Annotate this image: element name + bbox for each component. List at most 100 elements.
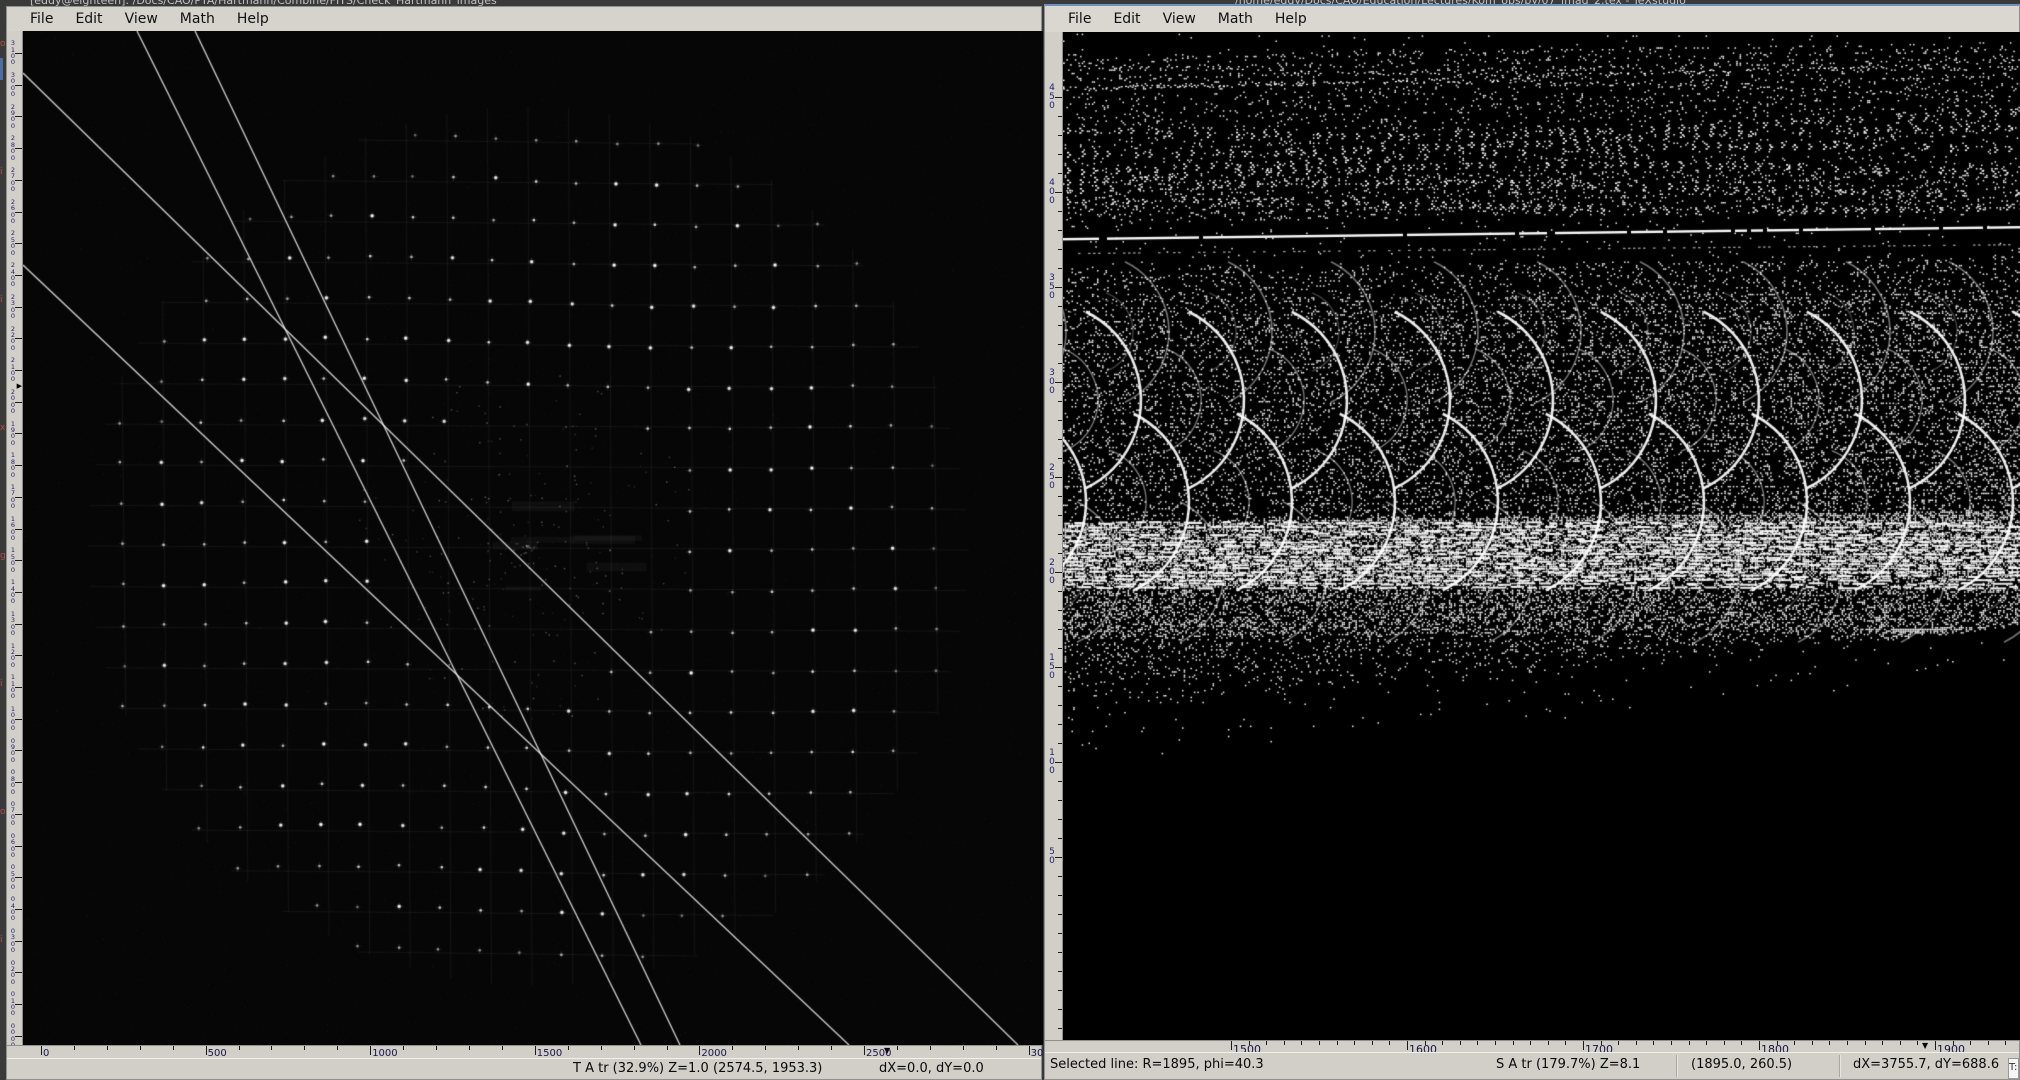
sinogram-image-canvas[interactable]	[1063, 32, 2020, 1040]
ruler-minor-tick	[1058, 325, 1062, 326]
ruler-label: 100	[1047, 749, 1057, 776]
ruler-label: 1100	[8, 674, 18, 700]
menu-file[interactable]: File	[1057, 9, 1102, 29]
ruler-label: 2000	[8, 389, 18, 415]
ruler-minor-tick	[1058, 781, 1062, 782]
ruler-label: 1500	[8, 547, 18, 573]
ruler-major-tick	[864, 1046, 865, 1055]
ruler-label: 50	[1047, 848, 1057, 866]
ruler-minor-tick	[1058, 591, 1062, 592]
status-selected-line: Selected line: R=1895, phi=40.3	[1050, 1053, 1264, 1077]
ruler-minor-tick	[1058, 401, 1062, 402]
right-vertical-ruler: 45040035030025020015010050	[1045, 32, 1063, 1040]
menu-view[interactable]: View	[114, 9, 169, 29]
menu-math[interactable]: Math	[1207, 9, 1264, 29]
ruler-minor-tick	[1865, 1041, 1866, 1045]
ruler-minor-tick	[1058, 173, 1062, 174]
ruler-major-tick	[535, 1046, 536, 1055]
ruler-minor-tick	[1058, 933, 1062, 934]
ruler-minor-tick	[1058, 686, 1062, 687]
ruler-minor-tick	[798, 1046, 799, 1050]
menu-file[interactable]: File	[19, 9, 64, 29]
menu-help[interactable]: Help	[226, 9, 280, 29]
ruler-minor-tick	[930, 1046, 931, 1050]
menu-view[interactable]: View	[1152, 9, 1207, 29]
ruler-major-tick	[1407, 1041, 1408, 1050]
ruler-major-tick	[1935, 1041, 1936, 1050]
ruler-label: 0300	[8, 928, 18, 954]
ruler-label: 0700	[8, 801, 18, 827]
ruler-label: 0500	[8, 864, 18, 890]
ruler-label: 300	[1047, 369, 1057, 396]
ruler-minor-tick	[1058, 1009, 1062, 1010]
ruler-minor-tick	[1354, 1041, 1355, 1045]
ruler-minor-tick	[1495, 1041, 1496, 1045]
ruler-minor-tick	[1058, 306, 1062, 307]
desktop-background: [eddy@eighteen]: /Docs/CAO/PTA/Hartmann/…	[0, 0, 2020, 1080]
menu-edit[interactable]: Edit	[1102, 9, 1151, 29]
hartmann-image-canvas[interactable]	[23, 31, 1043, 1045]
menu-edit[interactable]: Edit	[64, 9, 113, 29]
ruler-major-tick	[1029, 1046, 1030, 1055]
menu-help[interactable]: Help	[1264, 9, 1318, 29]
status-delta: dX=0.0, dY=0.0	[879, 1059, 984, 1079]
ruler-minor-tick	[1618, 1041, 1619, 1045]
ruler-minor-tick	[1058, 838, 1062, 839]
ruler-minor-tick	[1829, 1041, 1830, 1045]
status-separator	[1839, 1055, 1841, 1077]
ruler-minor-tick	[74, 1046, 75, 1050]
ruler-label: 1700	[8, 484, 18, 510]
ruler-minor-tick	[963, 1046, 964, 1050]
ruler-minor-tick	[1724, 1041, 1725, 1045]
ruler-minor-tick	[469, 1046, 470, 1050]
ruler-label: 0100	[8, 991, 18, 1017]
ruler-minor-tick	[568, 1046, 569, 1050]
ruler-minor-tick	[1058, 344, 1062, 345]
ruler-minor-tick	[271, 1046, 272, 1050]
ruler-major-tick	[1583, 1041, 1584, 1050]
ruler-minor-tick	[1058, 515, 1062, 516]
ruler-minor-tick	[107, 1046, 108, 1050]
ruler-label: 150	[1047, 654, 1057, 681]
ruler-minor-tick	[1058, 990, 1062, 991]
ruler-label: 0900	[8, 738, 18, 764]
ruler-minor-tick	[1565, 1041, 1566, 1045]
ruler-label: 3100	[8, 40, 18, 66]
status-mode: S A tr (179.7%) Z=8.1	[1496, 1053, 1640, 1077]
ruler-minor-tick	[1058, 420, 1062, 421]
ruler-minor-tick	[1058, 458, 1062, 459]
ruler-minor-tick	[1058, 230, 1062, 231]
ruler-minor-tick	[403, 1046, 404, 1050]
ruler-label: 2300	[8, 294, 18, 320]
ruler-label: 0800	[8, 769, 18, 795]
ruler-label: 2100	[8, 357, 18, 383]
ruler-label: 2800	[8, 135, 18, 161]
left-menu-bar: File Edit View Math Help	[7, 7, 1041, 32]
ruler-minor-tick	[1058, 135, 1062, 136]
ruler-label: 2600	[8, 199, 18, 225]
ruler-minor-tick	[1058, 629, 1062, 630]
ruler-minor-tick	[1058, 553, 1062, 554]
ruler-minor-tick	[897, 1046, 898, 1050]
cursor-x-marker: ▼	[1922, 1042, 1928, 1050]
ruler-minor-tick	[1900, 1041, 1901, 1045]
ruler-label: 200	[1047, 559, 1057, 586]
ruler-minor-tick	[1741, 1041, 1742, 1045]
ruler-minor-tick	[1058, 1028, 1062, 1029]
ruler-major-tick	[206, 1046, 207, 1055]
ruler-minor-tick	[996, 1046, 997, 1050]
ruler-minor-tick	[1442, 1041, 1443, 1045]
ruler-label: 400	[1047, 179, 1057, 206]
ruler-minor-tick	[1058, 971, 1062, 972]
ruler-minor-tick	[1513, 1041, 1514, 1045]
ruler-minor-tick	[1636, 1041, 1637, 1045]
ruler-minor-tick	[1058, 496, 1062, 497]
ruler-minor-tick	[1058, 534, 1062, 535]
ruler-minor-tick	[1372, 1041, 1373, 1045]
menu-math[interactable]: Math	[169, 9, 226, 29]
bg-fragment-corner: T:	[2008, 1058, 2019, 1079]
ruler-label: 1900	[8, 421, 18, 447]
ruler-minor-tick	[1058, 895, 1062, 896]
ruler-minor-tick	[436, 1046, 437, 1050]
ruler-label: 2500	[8, 230, 18, 256]
